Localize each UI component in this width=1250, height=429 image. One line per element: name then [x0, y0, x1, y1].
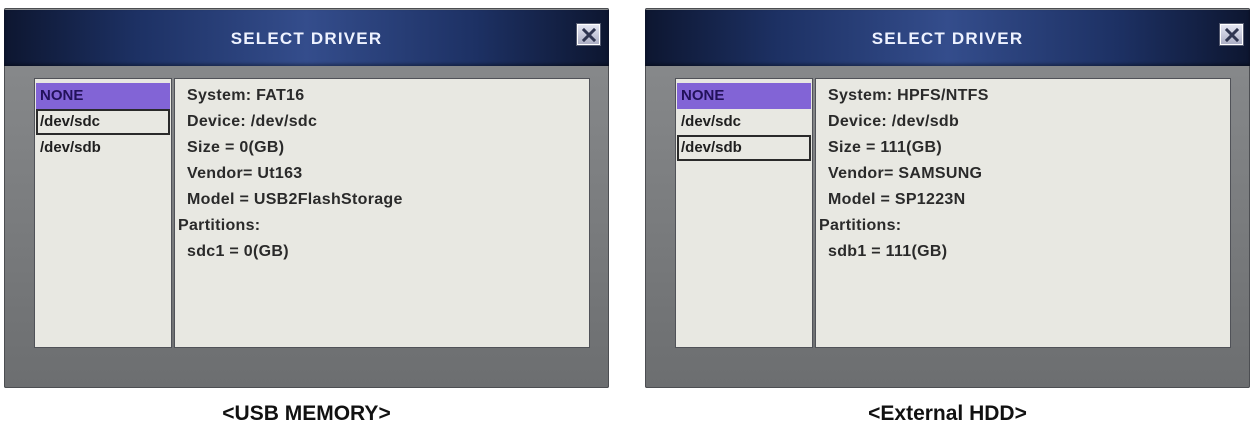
driver-info-panel: System: FAT16 Device: /dev/sdc Size = 0(… — [174, 78, 590, 348]
device-info: Device: /dev/sdb — [828, 113, 960, 130]
driver-item-sdc[interactable]: /dev/sdc — [36, 109, 170, 135]
driver-list: NONE /dev/sdc /dev/sdb — [34, 78, 172, 348]
partition-info: sdc1 = 0(GB) — [187, 243, 289, 260]
close-x-icon — [1224, 27, 1240, 43]
partitions-label: Partitions: — [178, 217, 261, 234]
usb-memory-dialog: SELECT DRIVER NONE /dev/sdc /dev/sdb Sys… — [4, 8, 609, 388]
caption-usb-memory: <USB MEMORY> — [222, 402, 391, 425]
dialog-title: SELECT DRIVER — [230, 29, 383, 48]
driver-list: NONE /dev/sdc /dev/sdb — [675, 78, 813, 348]
dialog-window: SELECT DRIVER NONE /dev/sdc /dev/sdb Sys… — [4, 8, 609, 388]
vendor-info: Vendor= Ut163 — [187, 165, 303, 182]
external-hdd-dialog: SELECT DRIVER NONE /dev/sdc /dev/sdb Sys… — [645, 8, 1250, 388]
dialog-title: SELECT DRIVER — [871, 29, 1024, 48]
system-info: System: HPFS/NTFS — [828, 87, 989, 104]
model-info: Model = USB2FlashStorage — [187, 191, 403, 208]
close-x-icon — [581, 27, 597, 43]
dialog-window: SELECT DRIVER NONE /dev/sdc /dev/sdb Sys… — [645, 8, 1250, 388]
size-info: Size = 111(GB) — [828, 139, 943, 156]
size-info: Size = 0(GB) — [187, 139, 285, 156]
title-bar: SELECT DRIVER — [4, 10, 609, 66]
driver-item-sdb[interactable]: /dev/sdb — [36, 135, 170, 161]
driver-item-none[interactable]: NONE — [36, 83, 170, 109]
driver-item-sdb[interactable]: /dev/sdb — [677, 135, 811, 161]
driver-item-none[interactable]: NONE — [677, 83, 811, 109]
partitions-label: Partitions: — [819, 217, 902, 234]
caption-external-hdd: <External HDD> — [868, 402, 1027, 425]
close-button[interactable] — [576, 23, 601, 46]
model-info: Model = SP1223N — [828, 191, 966, 208]
title-bar: SELECT DRIVER — [645, 10, 1250, 66]
driver-info-panel: System: HPFS/NTFS Device: /dev/sdb Size … — [815, 78, 1231, 348]
vendor-info: Vendor= SAMSUNG — [828, 165, 983, 182]
partition-info: sdb1 = 111(GB) — [828, 243, 948, 260]
system-info: System: FAT16 — [187, 87, 305, 104]
close-button[interactable] — [1219, 23, 1244, 46]
driver-item-sdc[interactable]: /dev/sdc — [677, 109, 811, 135]
device-info: Device: /dev/sdc — [187, 113, 318, 130]
